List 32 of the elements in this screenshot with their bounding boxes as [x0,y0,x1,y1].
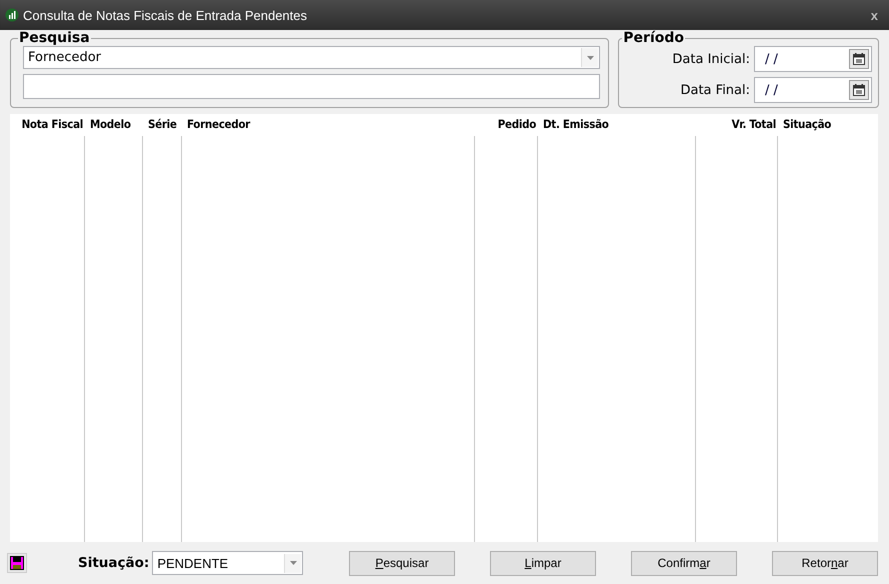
calendar-button[interactable] [849,80,869,100]
column-header[interactable]: Dt. Emissão [538,114,696,136]
close-button[interactable]: x [868,8,881,22]
column-header[interactable]: Fornecedor [182,114,475,136]
date-label: Data Final: [680,82,750,98]
save-button[interactable] [7,553,27,573]
column-header[interactable]: Modelo [85,114,143,136]
dropdown-caret-icon [586,56,594,60]
status-dropdown[interactable]: PENDENTE [152,551,304,575]
search-field-dropdown[interactable]: Fornecedor [23,46,600,69]
action-button[interactable]: Confirmar [631,550,737,576]
dropdown-caret-icon [290,561,297,565]
action-button[interactable]: Pesquisar [349,550,455,576]
app-logo-icon [5,8,19,22]
window-title: Consulta de Notas Fiscais de Entrada Pendentes [23,8,308,22]
action-button[interactable]: Limpar [490,550,596,576]
column-header[interactable]: Série [143,114,182,136]
column-header[interactable]: Nota Fiscal [10,114,85,136]
column-header[interactable]: Pedido [475,114,538,136]
action-button[interactable]: Retornar [772,550,878,576]
column-header[interactable]: Situação [778,114,878,136]
column-header[interactable]: Vr. Total [696,114,778,136]
date-field[interactable]: / / [754,46,872,72]
calendar-icon [853,84,865,96]
date-field[interactable]: / / [754,77,872,103]
calendar-icon [853,53,865,65]
group-title: Pesquisa [18,30,91,46]
calendar-button[interactable] [849,49,869,69]
date-label: Data Inicial: [672,52,750,66]
status-label: Situação: [78,555,150,571]
search-input[interactable] [23,74,600,99]
group-title: Período [622,30,686,46]
